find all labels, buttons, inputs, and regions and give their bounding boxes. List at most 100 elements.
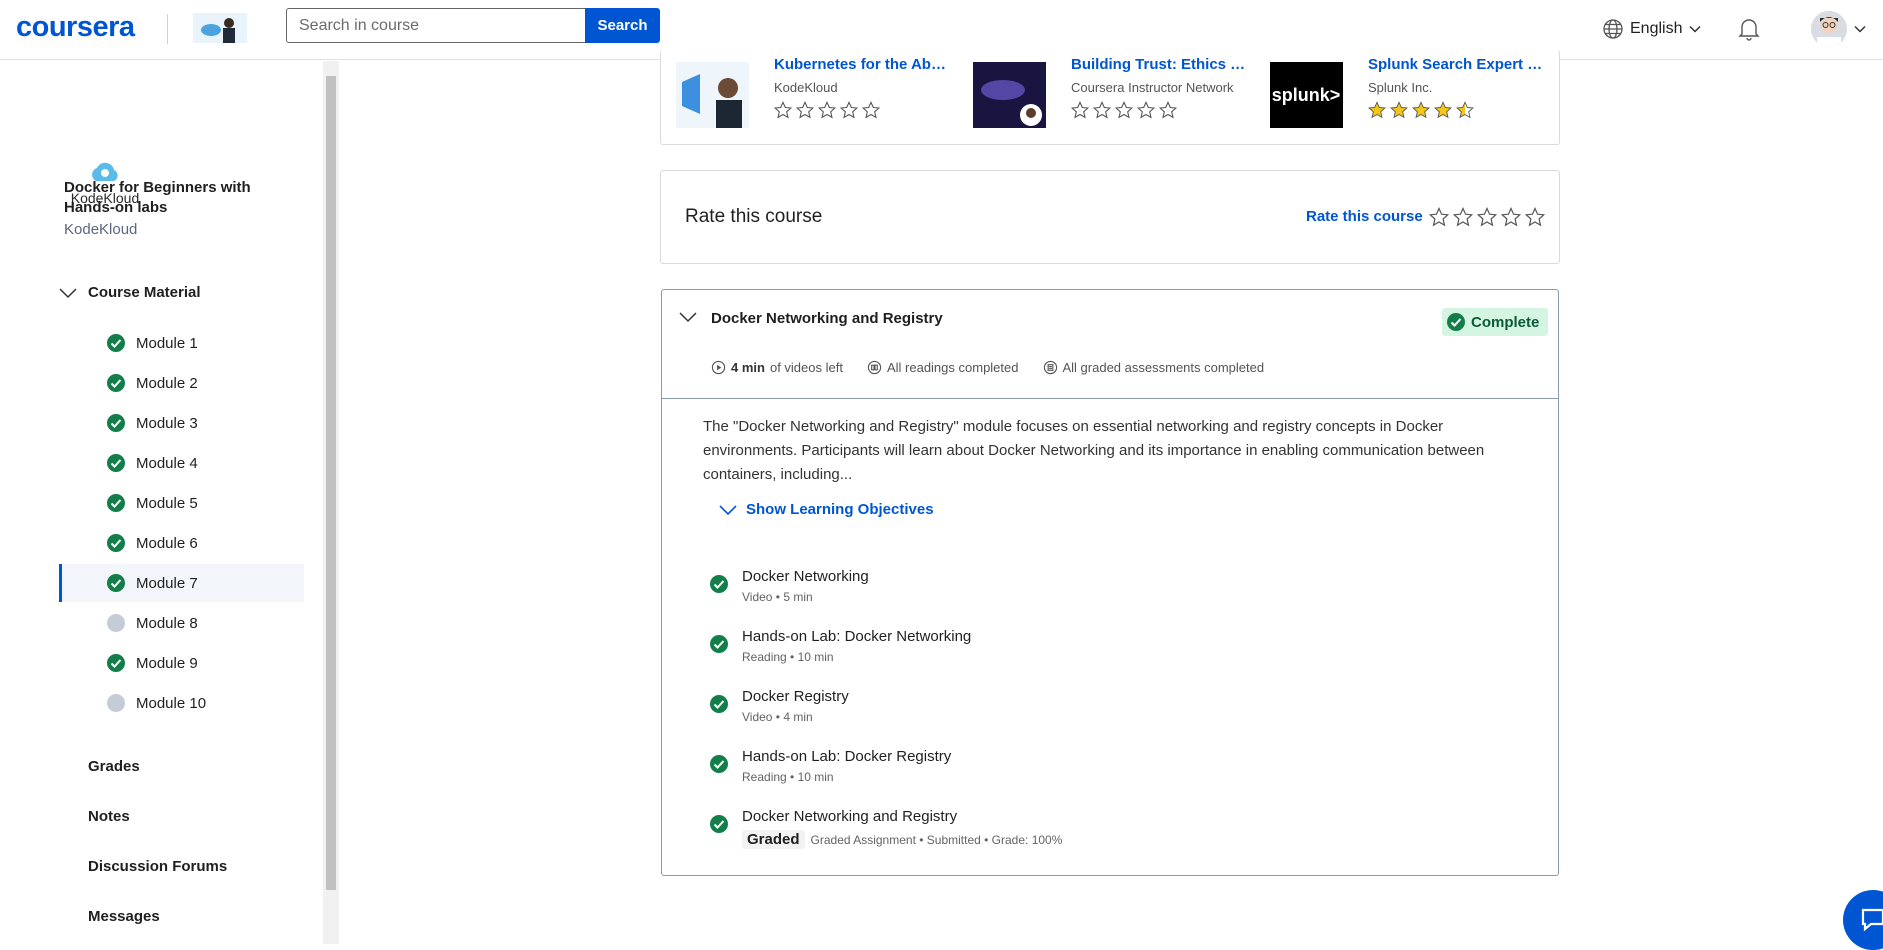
- module-label: Module 7: [136, 574, 198, 592]
- star-empty-icon: [1159, 101, 1177, 119]
- star-filled-icon: [1434, 101, 1452, 119]
- sidebar-item-module-3[interactable]: Module 3: [59, 404, 304, 442]
- star-filled-icon: [1390, 101, 1408, 119]
- sidebar-item-module-2[interactable]: Module 2: [59, 364, 304, 402]
- module-label: Module 10: [136, 694, 207, 712]
- sidebar-item-module-5[interactable]: Module 5: [59, 484, 304, 522]
- recommendations-card: Kubernetes for the Absolute Beginners Ko…: [660, 50, 1560, 145]
- module-label: Module 9: [136, 654, 198, 672]
- graded-tag: Graded: [742, 830, 805, 849]
- chat-button[interactable]: [1843, 890, 1883, 950]
- star-empty-icon[interactable]: [1477, 207, 1497, 227]
- module-label: Module 4: [136, 454, 198, 472]
- sidebar-item-module-6[interactable]: Module 6: [59, 524, 304, 562]
- course-thumbnail: [676, 62, 749, 128]
- item-title[interactable]: Docker Registry: [742, 688, 849, 705]
- check-circle-icon: [710, 695, 728, 713]
- svg-text:splunk>: splunk>: [1272, 85, 1341, 105]
- avatar[interactable]: [1811, 11, 1847, 47]
- recommendation-title[interactable]: Kubernetes for the Absolute Beginners: [774, 56, 949, 73]
- partner-thumbnail[interactable]: [193, 13, 247, 43]
- star-empty-icon[interactable]: [1525, 207, 1545, 227]
- objectives-label: Show Learning Objectives: [746, 501, 934, 518]
- check-circle-icon: [107, 414, 125, 432]
- assignment-icon: [1043, 360, 1057, 375]
- chevron-down-icon[interactable]: [678, 310, 698, 324]
- status-label: Complete: [1471, 313, 1540, 331]
- sidebar-item-module-9[interactable]: Module 9: [59, 644, 304, 682]
- status-badge: Complete: [1442, 308, 1549, 336]
- star-empty-icon[interactable]: [1501, 207, 1521, 227]
- check-circle-icon: [107, 534, 125, 552]
- item-title[interactable]: Hands-on Lab: Docker Networking: [742, 628, 971, 645]
- star-empty-icon: [1115, 101, 1133, 119]
- item-title[interactable]: Hands-on Lab: Docker Registry: [742, 748, 951, 765]
- item-meta: Video • 5 min: [742, 590, 813, 604]
- star-rating: [1368, 101, 1474, 119]
- star-empty-icon: [1071, 101, 1089, 119]
- book-icon: [867, 360, 882, 375]
- module-description: The "Docker Networking and Registry" mod…: [703, 418, 1485, 483]
- module-label: Module 5: [136, 494, 198, 512]
- item-title[interactable]: Docker Networking: [742, 568, 869, 585]
- star-empty-icon: [840, 101, 858, 119]
- sidebar-item-module-8[interactable]: Module 8: [59, 604, 304, 642]
- module-label: Module 6: [136, 534, 198, 552]
- star-filled-icon: [1412, 101, 1430, 119]
- module-header[interactable]: Docker Networking and Registry Complete …: [662, 290, 1558, 399]
- check-circle-icon: [107, 494, 125, 512]
- item-title[interactable]: Docker Networking and Registry: [742, 808, 957, 825]
- course-material-label: Course Material: [88, 284, 201, 301]
- module-label: Module 1: [136, 334, 198, 352]
- course-thumbnail: [973, 62, 1046, 128]
- star-empty-icon[interactable]: [1429, 207, 1449, 227]
- readings-status: All readings completed: [867, 360, 1019, 375]
- module-label: Module 2: [136, 374, 198, 392]
- check-circle-icon: [107, 334, 125, 352]
- search-button[interactable]: Search: [585, 8, 660, 43]
- course-title[interactable]: Docker for Beginners with Hands-on labs: [64, 178, 304, 218]
- check-circle-icon: [1447, 313, 1465, 331]
- recommendation-title[interactable]: Splunk Search Expert 102: [1368, 56, 1543, 73]
- sidebar-item-module-7[interactable]: Module 7: [59, 564, 304, 602]
- star-empty-icon: [1137, 101, 1155, 119]
- check-circle-icon: [107, 654, 125, 672]
- sidebar-item-messages[interactable]: Messages: [88, 908, 160, 925]
- item-meta: Graded Graded Assignment • Submitted • G…: [742, 830, 1062, 849]
- assessments-status: All graded assessments completed: [1043, 360, 1264, 375]
- coursera-logo[interactable]: coursera: [16, 11, 135, 44]
- course-org: KodeKloud: [64, 221, 138, 238]
- sidebar-item-module-10[interactable]: Module 10: [59, 684, 304, 722]
- notification-bell-icon[interactable]: [1736, 16, 1762, 42]
- item-meta: Reading • 10 min: [742, 650, 834, 664]
- incomplete-circle-icon: [107, 614, 125, 632]
- readings-label: All readings completed: [886, 360, 1019, 375]
- rate-stars[interactable]: [1429, 207, 1545, 227]
- recommendation-title[interactable]: Building Trust: Ethics for Instructors: [1071, 56, 1246, 73]
- course-material-toggle[interactable]: Course Material: [58, 284, 201, 301]
- star-empty-icon: [1093, 101, 1111, 119]
- splunk-logo: splunk>: [1270, 62, 1343, 128]
- star-empty-icon: [774, 101, 792, 119]
- chevron-down-icon[interactable]: [1853, 22, 1867, 36]
- rate-course-link[interactable]: Rate this course: [1306, 208, 1423, 225]
- check-circle-icon: [107, 454, 125, 472]
- sidebar-item-grades[interactable]: Grades: [88, 758, 140, 775]
- sidebar-item-module-1[interactable]: Module 1: [59, 324, 304, 362]
- star-rating: [1071, 101, 1177, 119]
- language-selector[interactable]: English: [1602, 16, 1702, 42]
- chevron-down-icon: [1689, 25, 1702, 33]
- search-input[interactable]: [286, 8, 586, 43]
- sidebar-item-module-4[interactable]: Module 4: [59, 444, 304, 482]
- item-meta: Reading • 10 min: [742, 770, 834, 784]
- module-card: Docker Networking and Registry Complete …: [661, 289, 1559, 876]
- sidebar-item-notes[interactable]: Notes: [88, 808, 130, 825]
- module-label: Module 3: [136, 414, 198, 432]
- sidebar-item-discussion-forums[interactable]: Discussion Forums: [88, 858, 227, 875]
- star-empty-icon[interactable]: [1453, 207, 1473, 227]
- scrollbar-thumb[interactable]: [326, 76, 336, 890]
- star-empty-icon: [796, 101, 814, 119]
- chevron-down-icon: [719, 504, 737, 515]
- show-learning-objectives[interactable]: Show Learning Objectives: [718, 501, 934, 518]
- star-filled-icon: [1368, 101, 1386, 119]
